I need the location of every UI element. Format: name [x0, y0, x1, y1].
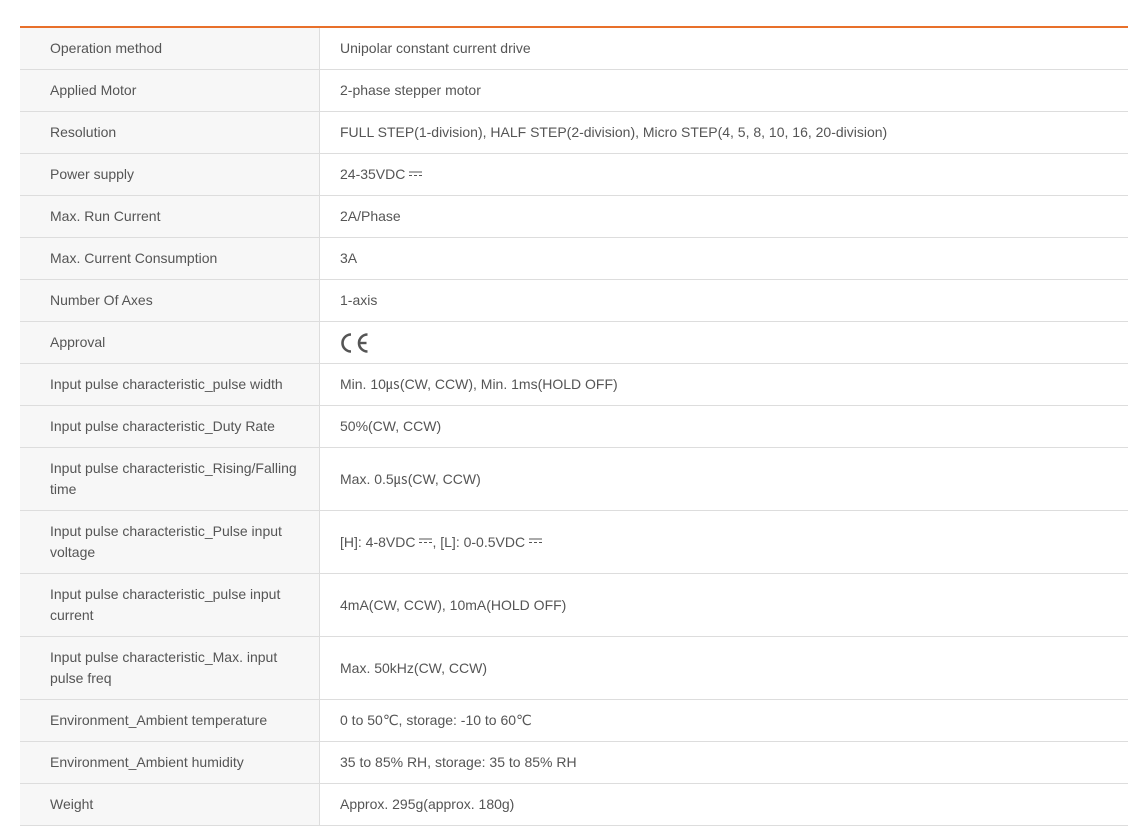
high-level-voltage: [H]: 4-8VDC [340, 533, 416, 550]
spec-label: Applied Motor [20, 70, 320, 111]
power-supply-text: 24-35VDC [340, 166, 406, 182]
spec-label: Max. Run Current [20, 196, 320, 237]
spec-value: 35 to 85% RH, storage: 35 to 85% RH [340, 754, 577, 770]
spec-row-pulse-input-current: Input pulse characteristic_pulse input c… [20, 574, 1128, 637]
spec-label: Input pulse characteristic_Pulse input v… [20, 511, 320, 573]
spec-label: Input pulse characteristic_Duty Rate [20, 406, 320, 447]
low-level-voltage: , [L]: 0-0.5VDC [432, 533, 526, 550]
spec-table: Operation method Unipolar constant curre… [20, 26, 1128, 826]
spec-row-max-input-pulse-freq: Input pulse characteristic_Max. input pu… [20, 637, 1128, 700]
dc-symbol-icon [529, 538, 543, 543]
spec-value: Min. 10㎲(CW, CCW), Min. 1ms(HOLD OFF) [340, 376, 618, 392]
spec-label: Max. Current Consumption [20, 238, 320, 279]
spec-value: 2-phase stepper motor [340, 82, 481, 98]
spec-row-weight: Weight Approx. 295g(approx. 180g) [20, 784, 1128, 826]
spec-value: FULL STEP(1-division), HALF STEP(2-divis… [340, 124, 888, 140]
spec-label: Input pulse characteristic_Rising/Fallin… [20, 448, 320, 510]
spec-label: Environment_Ambient humidity [20, 742, 320, 783]
spec-value: Approx. 295g(approx. 180g) [340, 796, 515, 812]
spec-row-rising-falling-time: Input pulse characteristic_Rising/Fallin… [20, 448, 1128, 511]
spec-label: Environment_Ambient temperature [20, 700, 320, 741]
spec-row-ambient-humidity: Environment_Ambient humidity 35 to 85% R… [20, 742, 1128, 784]
spec-value: [H]: 4-8VDC , [L]: 0-0.5VDC [320, 511, 1128, 573]
ce-mark-icon [341, 332, 368, 353]
spec-value: 4mA(CW, CCW), 10mA(HOLD OFF) [340, 596, 567, 613]
spec-row-resolution: Resolution FULL STEP(1-division), HALF S… [20, 112, 1128, 154]
spec-row-power-supply: Power supply 24-35VDC [20, 154, 1128, 196]
dc-symbol-icon [409, 171, 423, 176]
spec-value: CE [320, 322, 1128, 363]
spec-label: Weight [20, 784, 320, 825]
spec-value: Max. 0.5㎲(CW, CCW) [340, 470, 481, 487]
spec-label: Input pulse characteristic_pulse width [20, 364, 320, 405]
spec-label: Power supply [20, 154, 320, 195]
spec-label: Input pulse characteristic_Max. input pu… [20, 637, 320, 699]
spec-row-pulse-input-voltage: Input pulse characteristic_Pulse input v… [20, 511, 1128, 574]
spec-value: Max. 50kHz(CW, CCW) [340, 659, 487, 676]
spec-label: Input pulse characteristic_pulse input c… [20, 574, 320, 636]
spec-label: Number Of Axes [20, 280, 320, 321]
spec-row-max-current-consumption: Max. Current Consumption 3A [20, 238, 1128, 280]
spec-value: 2A/Phase [340, 208, 401, 224]
spec-value: Unipolar constant current drive [340, 40, 531, 56]
spec-row-duty-rate: Input pulse characteristic_Duty Rate 50%… [20, 406, 1128, 448]
spec-row-applied-motor: Applied Motor 2-phase stepper motor [20, 70, 1128, 112]
spec-label: Resolution [20, 112, 320, 153]
spec-row-approval: Approval CE [20, 322, 1128, 364]
spec-row-operation-method: Operation method Unipolar constant curre… [20, 28, 1128, 70]
spec-label: Operation method [20, 28, 320, 69]
dc-symbol-icon [419, 538, 433, 543]
spec-row-number-of-axes: Number Of Axes 1-axis [20, 280, 1128, 322]
spec-value: 24-35VDC [320, 154, 1128, 195]
spec-value: 3A [340, 250, 358, 266]
spec-value: 50%(CW, CCW) [340, 418, 442, 434]
spec-label: Approval [20, 322, 320, 363]
spec-value: 0 to 50℃, storage: -10 to 60℃ [340, 712, 532, 728]
spec-value: 1-axis [340, 292, 378, 308]
spec-row-ambient-temperature: Environment_Ambient temperature 0 to 50℃… [20, 700, 1128, 742]
spec-row-max-run-current: Max. Run Current 2A/Phase [20, 196, 1128, 238]
spec-row-pulse-width: Input pulse characteristic_pulse width M… [20, 364, 1128, 406]
